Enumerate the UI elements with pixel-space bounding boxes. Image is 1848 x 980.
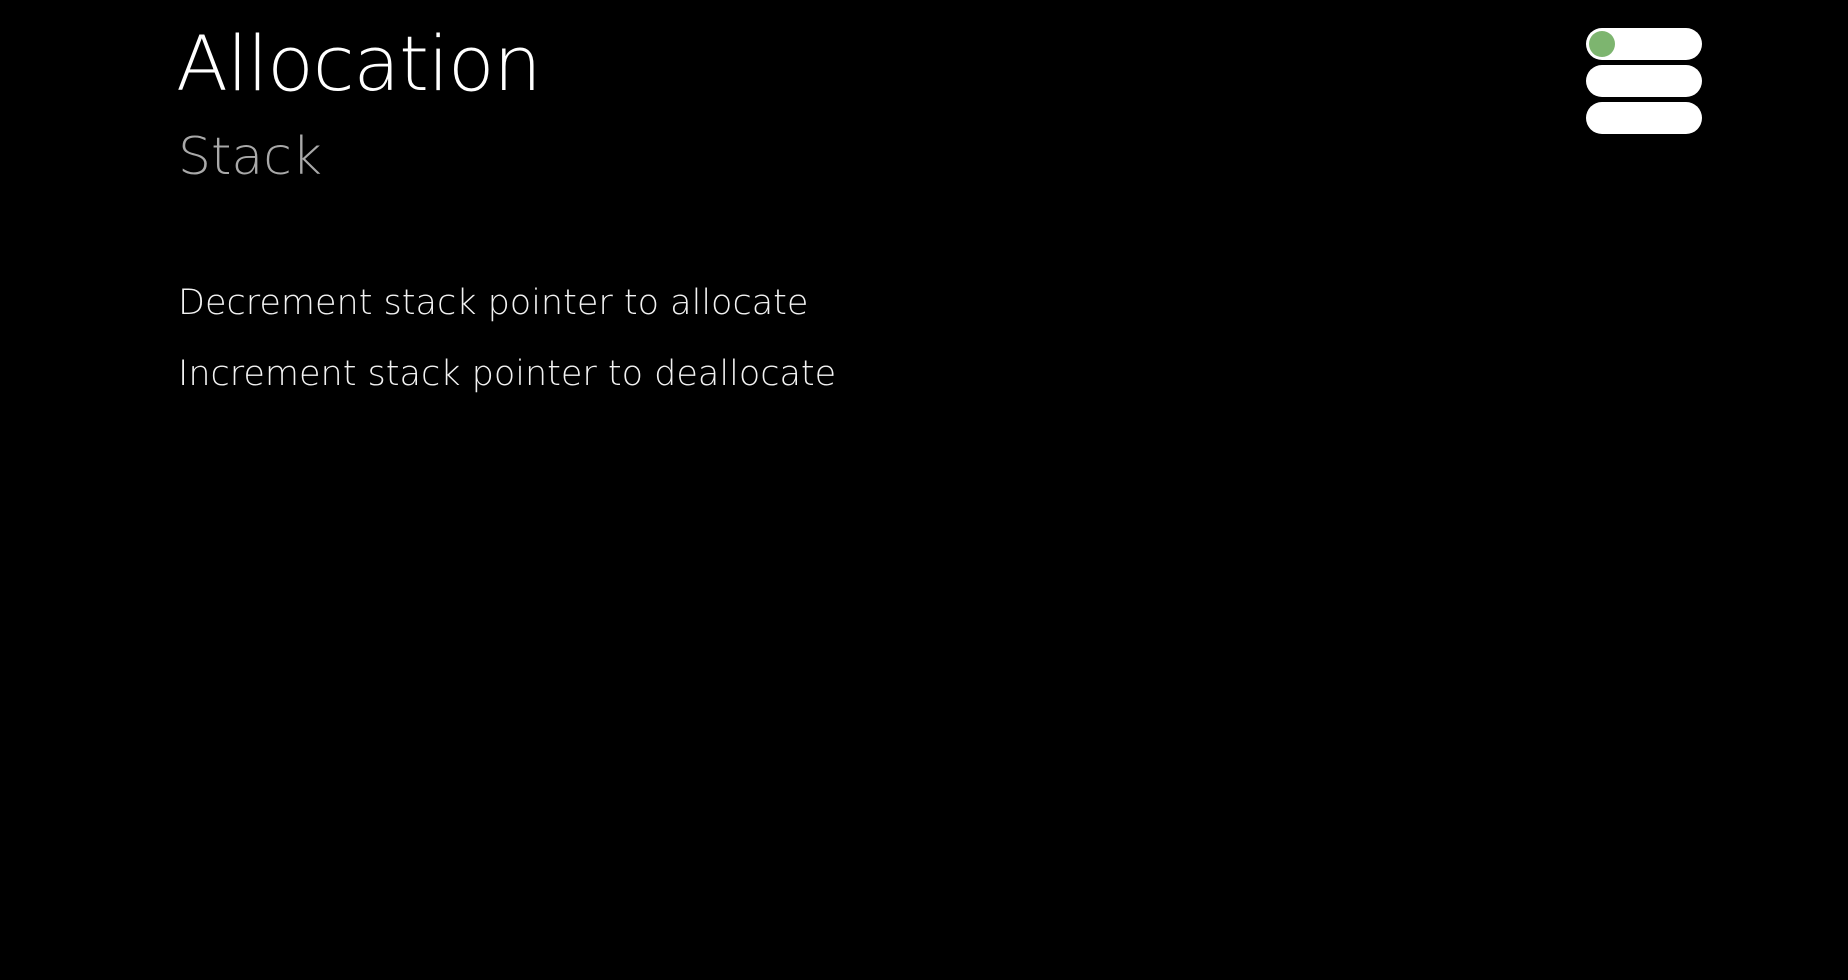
bullet-list: Decrement stack pointer to allocate Incr… bbox=[178, 278, 836, 420]
slide-subtitle: Stack bbox=[178, 127, 322, 187]
stack-layers-icon bbox=[1586, 28, 1702, 134]
slide-title: Allocation bbox=[176, 19, 542, 108]
slide: Allocation Stack Decrement stack pointer… bbox=[0, 0, 1848, 980]
stack-pointer-indicator-icon bbox=[1589, 31, 1615, 57]
stack-layer-middle bbox=[1586, 65, 1702, 97]
stack-layer-bottom bbox=[1586, 102, 1702, 134]
bullet-item: Decrement stack pointer to allocate bbox=[178, 283, 809, 323]
bullet-item: Increment stack pointer to deallocate bbox=[178, 354, 837, 394]
